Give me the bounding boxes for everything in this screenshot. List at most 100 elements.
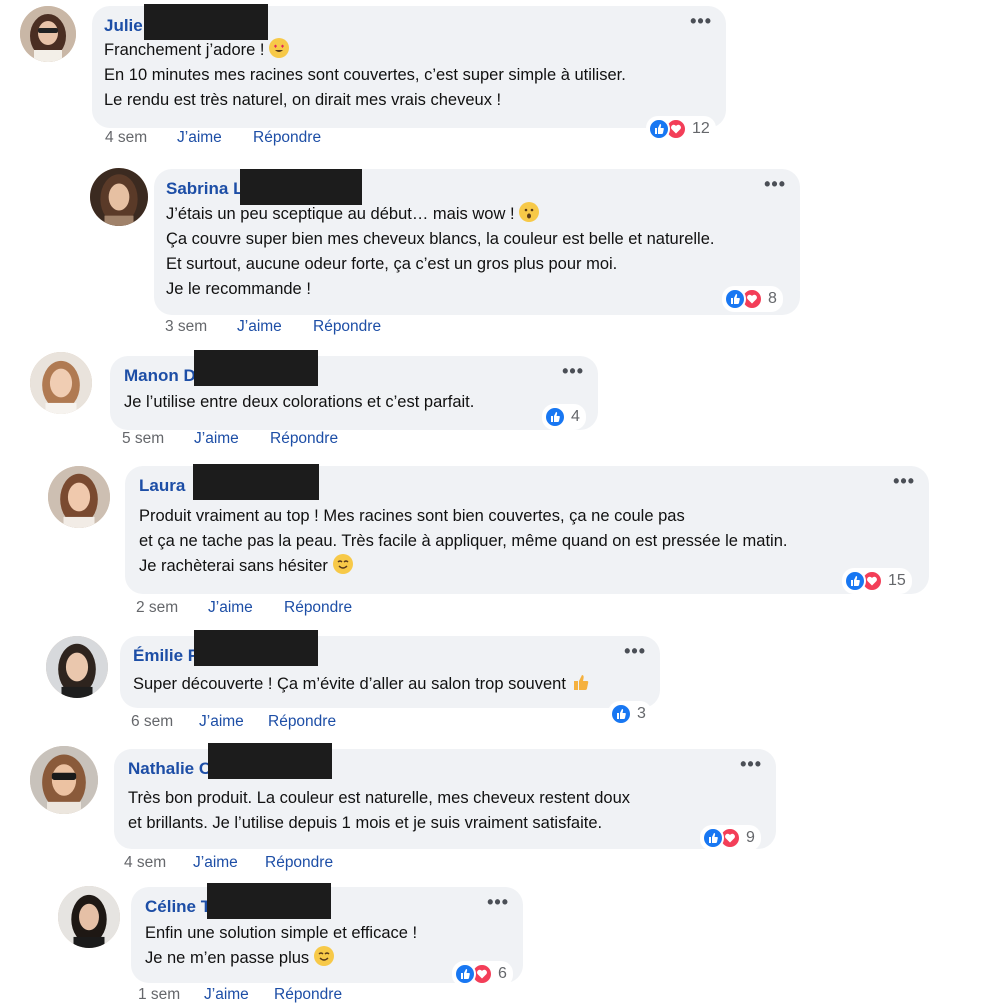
comment-bubble: Sabrina L ••• J’étais un peu sceptique a… xyxy=(154,169,800,315)
like-button[interactable]: J’aime xyxy=(199,713,268,731)
comment-bubble: Laura ••• Produit vraiment au top ! Mes … xyxy=(125,464,929,594)
like-button[interactable]: J’aime xyxy=(204,986,274,1004)
more-options-icon[interactable]: ••• xyxy=(764,175,786,193)
reply-button[interactable]: Répondre xyxy=(268,713,336,731)
reactions-summary[interactable]: 9 xyxy=(700,825,761,851)
comment-line: et ça ne tache pas la peau. Très facile … xyxy=(139,532,788,550)
like-reaction-icon xyxy=(724,288,746,310)
comment-author[interactable]: Julie xyxy=(104,16,143,36)
timestamp[interactable]: 2 sem xyxy=(136,599,208,617)
smiling-emoji-icon xyxy=(332,554,353,574)
avatar[interactable] xyxy=(30,746,98,814)
more-options-icon[interactable]: ••• xyxy=(487,893,509,911)
comment-bubble: Julie ••• Franchement j’adore ! En 10 mi… xyxy=(92,4,726,128)
comment-author[interactable]: Sabrina L xyxy=(166,179,243,199)
redaction-block xyxy=(194,630,318,666)
comment-line: Et surtout, aucune odeur forte, ça c’est… xyxy=(166,255,618,273)
avatar[interactable] xyxy=(20,6,76,62)
comment-author[interactable]: Céline T xyxy=(145,897,211,917)
like-reaction-icon xyxy=(544,406,566,428)
reply-button[interactable]: Répondre xyxy=(265,854,333,872)
reaction-count: 4 xyxy=(571,408,580,425)
like-reaction-icon xyxy=(702,827,724,849)
comment-line: et brillants. Je l’utilise depuis 1 mois… xyxy=(128,814,603,832)
redaction-block xyxy=(207,883,331,919)
comment-meta: 2 sem J’aime Répondre xyxy=(136,599,352,617)
redaction-block xyxy=(193,464,319,500)
like-button[interactable]: J’aime xyxy=(177,129,253,147)
comment-meta: 1 sem J’aime Répondre xyxy=(138,986,342,1004)
comment-line: Super découverte ! Ça m’évite d’aller au… xyxy=(133,675,566,693)
more-options-icon[interactable]: ••• xyxy=(740,755,762,773)
avatar[interactable] xyxy=(46,636,108,698)
comment-meta: 6 sem J’aime Répondre xyxy=(131,713,336,731)
avatar[interactable] xyxy=(90,168,148,226)
redaction-block xyxy=(208,743,332,779)
reply-button[interactable]: Répondre xyxy=(313,318,381,336)
smiling-emoji-icon xyxy=(313,946,334,966)
timestamp[interactable]: 3 sem xyxy=(165,318,237,336)
comment-line: Ça couvre super bien mes cheveux blancs,… xyxy=(166,230,715,248)
comment-meta: 4 sem J’aime Répondre xyxy=(124,854,333,872)
reaction-count: 9 xyxy=(746,829,755,846)
reactions-summary[interactable]: 15 xyxy=(842,568,912,594)
like-reaction-icon xyxy=(648,118,670,140)
timestamp[interactable]: 5 sem xyxy=(122,430,194,448)
comment-author[interactable]: Émilie F xyxy=(133,646,198,666)
comment-text: Franchement j’adore ! En 10 minutes mes … xyxy=(104,38,626,113)
comment-line: En 10 minutes mes racines sont couvertes… xyxy=(104,66,626,84)
timestamp[interactable]: 1 sem xyxy=(138,986,204,1004)
redaction-block xyxy=(144,4,268,40)
more-options-icon[interactable]: ••• xyxy=(893,472,915,490)
reactions-summary[interactable]: 12 xyxy=(646,116,716,142)
comment-line: Enfin une solution simple et efficace ! xyxy=(145,924,418,942)
more-options-icon[interactable]: ••• xyxy=(690,12,712,30)
redaction-block xyxy=(240,169,362,205)
reply-button[interactable]: Répondre xyxy=(270,430,338,448)
redaction-block xyxy=(194,350,318,386)
avatar[interactable] xyxy=(30,352,92,414)
like-button[interactable]: J’aime xyxy=(208,599,284,617)
reply-button[interactable]: Répondre xyxy=(284,599,352,617)
reactions-summary[interactable]: 3 xyxy=(608,701,652,727)
reply-button[interactable]: Répondre xyxy=(274,986,342,1004)
reactions-summary[interactable]: 8 xyxy=(722,286,783,312)
comment-line: Je l’utilise entre deux colorations et c… xyxy=(124,393,475,411)
like-button[interactable]: J’aime xyxy=(237,318,313,336)
comment-line: Je ne m’en passe plus xyxy=(145,949,310,967)
comment-line: Je rachèterai sans hésiter xyxy=(139,557,328,575)
reaction-count: 15 xyxy=(888,572,906,589)
comment-author[interactable]: Laura xyxy=(139,476,185,496)
like-button[interactable]: J’aime xyxy=(193,854,265,872)
comment-bubble: Manon D ••• Je l’utilise entre deux colo… xyxy=(110,350,598,430)
comment-bubble: Émilie F ••• Super découverte ! Ça m’évi… xyxy=(120,630,660,708)
comment-meta: 5 sem J’aime Répondre xyxy=(122,430,338,448)
timestamp[interactable]: 4 sem xyxy=(105,129,177,147)
timestamp[interactable]: 6 sem xyxy=(131,713,199,731)
thumbs-up-emoji-icon xyxy=(571,672,591,692)
comment-author[interactable]: Nathalie C xyxy=(128,759,211,779)
astonished-emoji-icon xyxy=(519,202,540,222)
heart-eyes-emoji-icon xyxy=(269,38,290,58)
more-options-icon[interactable]: ••• xyxy=(562,362,584,380)
reaction-count: 6 xyxy=(498,965,507,982)
like-button[interactable]: J’aime xyxy=(194,430,270,448)
comment-line: Très bon produit. La couleur est naturel… xyxy=(128,789,631,807)
reply-button[interactable]: Répondre xyxy=(253,129,321,147)
comment-text: J’étais un peu sceptique au début… mais … xyxy=(166,202,714,302)
reaction-count: 12 xyxy=(692,120,710,137)
avatar[interactable] xyxy=(58,886,120,948)
avatar[interactable] xyxy=(48,466,110,528)
like-reaction-icon xyxy=(844,570,866,592)
comment-text: Je l’utilise entre deux colorations et c… xyxy=(124,390,474,415)
reaction-count: 8 xyxy=(768,290,777,307)
timestamp[interactable]: 4 sem xyxy=(124,854,193,872)
comment-text: Super découverte ! Ça m’évite d’aller au… xyxy=(133,672,591,697)
more-options-icon[interactable]: ••• xyxy=(624,642,646,660)
comment-meta: 3 sem J’aime Répondre xyxy=(165,318,381,336)
comment-author[interactable]: Manon D xyxy=(124,366,196,386)
reactions-summary[interactable]: 4 xyxy=(542,404,586,430)
comment-line: Produit vraiment au top ! Mes racines so… xyxy=(139,507,685,525)
comment-line: J’étais un peu sceptique au début… mais … xyxy=(166,205,515,223)
reactions-summary[interactable]: 6 xyxy=(452,961,513,987)
